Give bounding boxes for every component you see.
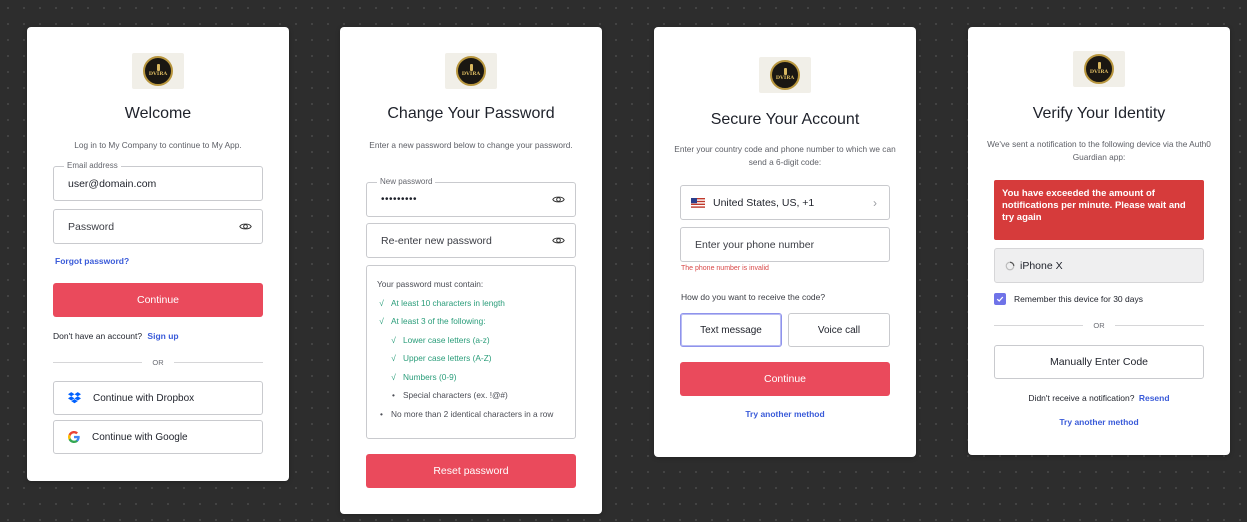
phone-error-text: The phone number is invalid	[681, 265, 769, 272]
login-title: Welcome	[124, 105, 192, 122]
company-logo: DVIRA	[759, 57, 811, 93]
secure-continue-button[interactable]: Continue	[680, 362, 890, 396]
show-password-icon[interactable]	[552, 234, 565, 250]
rule-text: Upper case letters (A-Z)	[403, 353, 492, 363]
rule-numbers: √ Numbers (0-9)	[377, 368, 565, 387]
rule-text: At least 3 of the following:	[391, 316, 486, 326]
dropbox-login-button[interactable]: Continue with Dropbox	[53, 381, 263, 415]
check-icon: √	[379, 297, 384, 308]
company-logo: DVIRA	[445, 53, 497, 89]
new-password-label: New password	[377, 177, 436, 187]
check-icon: √	[391, 353, 396, 363]
reset-password-button[interactable]: Reset password	[366, 454, 576, 488]
secure-account-card: DVIRA Secure Your Account Enter your cou…	[654, 27, 916, 457]
company-logo: DVIRA	[1073, 51, 1125, 87]
rule-text: Lower case letters (a-z)	[403, 334, 490, 345]
phone-number-field[interactable]: Enter your phone number	[680, 227, 890, 262]
receive-code-question: How do you want to receive the code?	[681, 292, 826, 302]
logo-text: DVIRA	[1089, 69, 1109, 76]
change-password-title: Change Your Password	[387, 105, 555, 122]
country-select[interactable]: United States, US, +1 ›	[680, 185, 890, 220]
check-icon: √	[391, 334, 396, 345]
new-password-field[interactable]: New password •••••••••	[366, 177, 576, 217]
email-label: Email address	[64, 161, 121, 171]
password-rules: Your password must contain: √ At least 10…	[366, 265, 576, 439]
change-password-subtitle: Enter a new password below to change you…	[369, 140, 573, 150]
rule-identical: • No more than 2 identical characters in …	[377, 405, 565, 420]
logo-text: DVIRA	[775, 75, 795, 82]
login-card: DVIRA Welcome Log in to My Company to co…	[27, 27, 289, 481]
google-label: Continue with Google	[92, 431, 188, 443]
try-another-method-link[interactable]: Try another method	[654, 409, 916, 419]
manual-code-button[interactable]: Manually Enter Code	[994, 345, 1204, 379]
or-divider: OR	[53, 357, 263, 367]
remember-device-checkbox[interactable]	[994, 293, 1006, 305]
dropbox-icon	[68, 392, 81, 404]
secure-account-subtitle: Enter your country code and phone number…	[674, 144, 896, 167]
bullet-icon: •	[392, 390, 395, 400]
phone-placeholder: Enter your phone number	[695, 238, 815, 251]
email-value: user@domain.com	[68, 177, 157, 190]
us-flag-icon	[691, 197, 705, 208]
reenter-password-placeholder: Re-enter new password	[381, 234, 492, 247]
remember-device-label: Remember this device for 30 days	[1014, 294, 1143, 304]
change-password-card: DVIRA Change Your Password Enter a new p…	[340, 27, 602, 514]
logo-text: DVIRA	[148, 71, 168, 78]
login-continue-button[interactable]: Continue	[53, 283, 263, 317]
try-another-method-link[interactable]: Try another method	[968, 417, 1230, 427]
logo-text: DVIRA	[461, 71, 481, 78]
verify-identity-card: DVIRA Verify Your Identity We've sent a …	[968, 27, 1230, 455]
resend-row: Didn't receive a notification? Resend	[968, 393, 1230, 403]
verify-subtitle: We've sent a notification to the followi…	[987, 139, 1211, 162]
rule-special: • Special characters (ex. !@#)	[377, 386, 565, 405]
rule-three-of: √ At least 3 of the following:	[377, 312, 565, 331]
resend-link[interactable]: Resend	[1139, 393, 1170, 403]
forgot-password-link[interactable]: Forgot password?	[55, 256, 129, 266]
show-password-icon[interactable]	[552, 193, 565, 209]
password-placeholder: Password	[68, 220, 115, 233]
or-text: OR	[1093, 320, 1105, 330]
company-logo: DVIRA	[132, 53, 184, 89]
country-value: United States, US, +1	[713, 196, 815, 209]
rule-text: Special characters (ex. !@#)	[403, 390, 508, 400]
email-field[interactable]: Email address user@domain.com	[53, 161, 263, 201]
voice-call-option[interactable]: Voice call	[788, 313, 890, 347]
bullet-icon: •	[380, 408, 383, 419]
reenter-password-field[interactable]: Re-enter new password	[366, 223, 576, 258]
rate-limit-error: You have exceeded the amount of notifica…	[994, 180, 1204, 240]
or-text: OR	[152, 357, 164, 367]
password-field[interactable]: Password	[53, 209, 263, 244]
rule-length: √ At least 10 characters in length	[377, 294, 565, 313]
google-icon	[68, 431, 80, 443]
rule-uppercase: √ Upper case letters (A-Z)	[377, 349, 565, 368]
show-password-icon[interactable]	[239, 220, 252, 236]
signup-link[interactable]: Sign up	[147, 331, 178, 341]
check-icon: √	[391, 371, 396, 382]
rule-lowercase: √ Lower case letters (a-z)	[377, 331, 565, 350]
dropbox-label: Continue with Dropbox	[93, 392, 195, 404]
rule-text: At least 10 characters in length	[391, 297, 505, 308]
google-login-button[interactable]: Continue with Google	[53, 420, 263, 454]
no-notification-text: Didn't receive a notification?	[1028, 393, 1135, 403]
check-icon: √	[379, 316, 384, 326]
no-account-text: Don't have an account?	[53, 331, 143, 341]
remember-device-row: Remember this device for 30 days	[994, 293, 1143, 305]
rule-text: No more than 2 identical characters in a…	[391, 408, 554, 419]
rules-title: Your password must contain:	[377, 279, 484, 289]
signup-prompt: Don't have an account? Sign up	[53, 331, 179, 341]
rule-text: Numbers (0-9)	[403, 371, 457, 382]
device-field: iPhone X	[994, 248, 1204, 283]
new-password-value: •••••••••	[381, 194, 418, 205]
chevron-right-icon: ›	[873, 196, 877, 210]
secure-account-title: Secure Your Account	[710, 111, 860, 128]
text-message-option[interactable]: Text message	[680, 313, 782, 347]
spinner-icon	[1005, 261, 1015, 271]
login-subtitle: Log in to My Company to continue to My A…	[74, 140, 242, 150]
or-divider: OR	[994, 320, 1204, 330]
device-name: iPhone X	[1020, 259, 1063, 272]
verify-title: Verify Your Identity	[1032, 105, 1166, 122]
